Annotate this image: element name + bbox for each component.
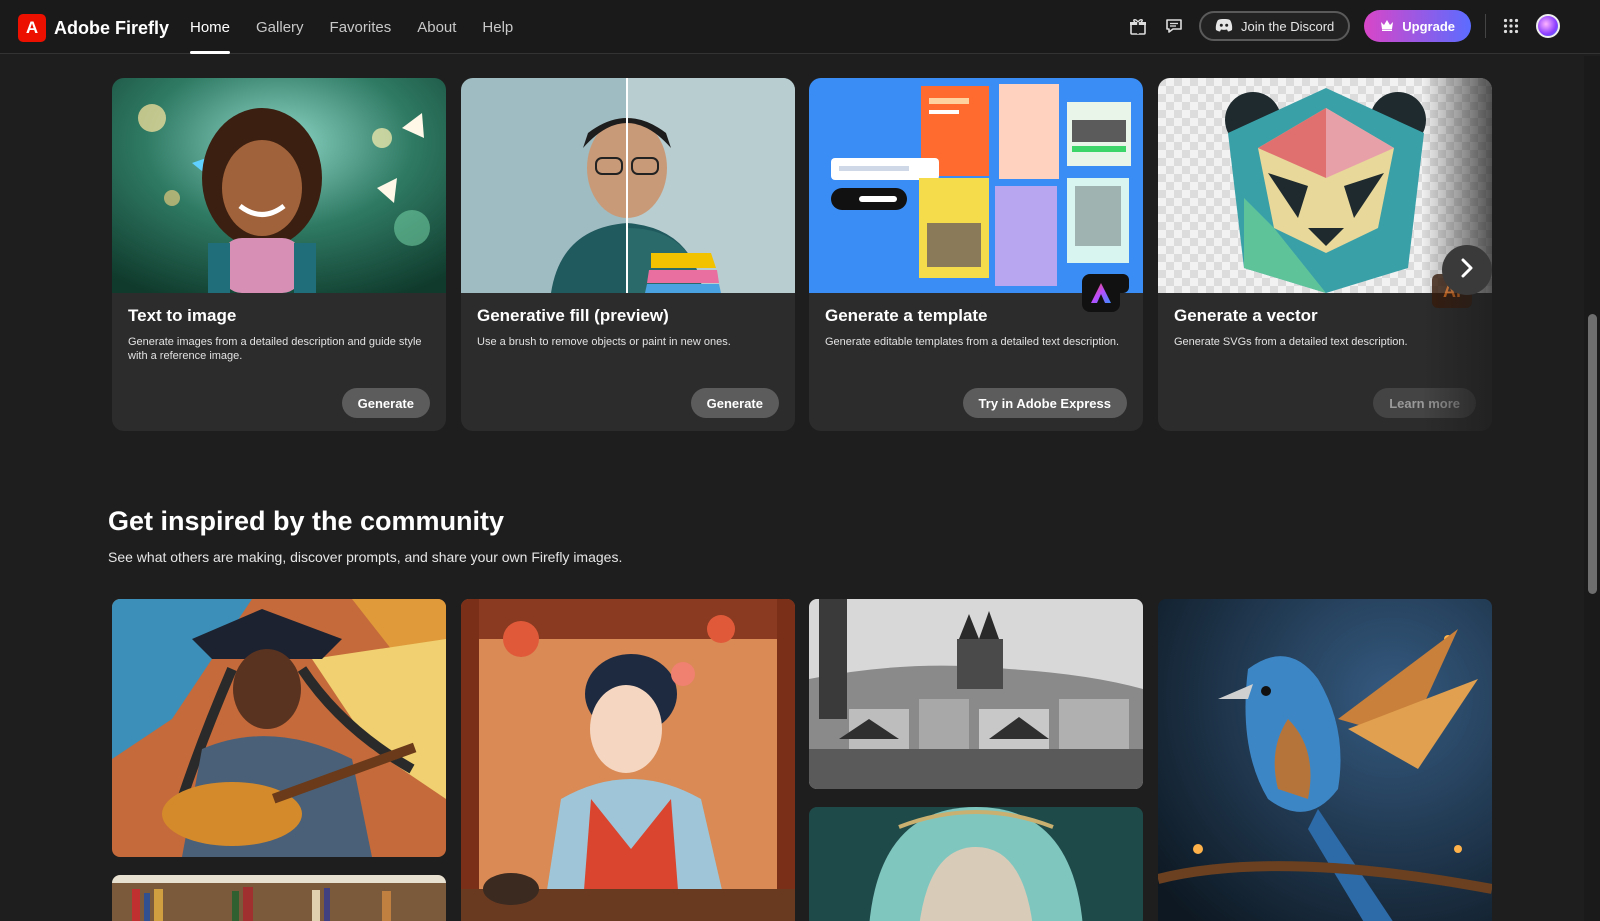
adobe-logo-icon: A <box>18 14 46 42</box>
app-name: Adobe Firefly <box>54 17 170 38</box>
community-image[interactable] <box>112 599 446 857</box>
feature-card-generate-template[interactable]: Generate a template Generate editable te… <box>809 78 1143 431</box>
card-title: Text to image <box>128 306 237 325</box>
card-description: Use a brush to remove objects or paint i… <box>477 336 731 348</box>
generate-button[interactable]: Generate <box>690 388 779 418</box>
community-section-subtitle: See what others are making, discover pro… <box>108 549 623 565</box>
header-divider <box>1485 14 1486 38</box>
card-title: Generate a vector <box>1174 306 1318 325</box>
try-adobe-express-button[interactable]: Try in Adobe Express <box>962 388 1127 418</box>
join-discord-button[interactable]: Join the Discord <box>1199 11 1351 41</box>
card-description: Generate images from a detailed descript… <box>128 336 422 362</box>
card-title: Generative fill (preview) <box>477 306 669 325</box>
nav-help[interactable]: Help <box>482 0 513 54</box>
feature-card-text-to-image[interactable]: Text to image Generate images from a det… <box>112 78 446 431</box>
feature-card-generate-vector[interactable]: Ai Generate a vector Generate SVGs from … <box>1158 78 1492 431</box>
chat-icon[interactable] <box>1163 15 1185 37</box>
nav-favorites[interactable]: Favorites <box>330 0 392 54</box>
community-section-title: Get inspired by the community <box>108 506 505 536</box>
gift-icon[interactable] <box>1127 15 1149 37</box>
community-image[interactable] <box>809 807 1143 921</box>
text-to-image-thumbnail <box>112 78 446 293</box>
discord-label: Join the Discord <box>1241 18 1335 34</box>
user-avatar[interactable] <box>1536 14 1560 38</box>
adobe-firefly-logo[interactable]: A Adobe Firefly <box>18 14 169 42</box>
feature-card-generative-fill[interactable]: Generative fill (preview) Use a brush to… <box>461 78 795 431</box>
community-image[interactable] <box>1158 599 1492 921</box>
card-description: Generate SVGs from a detailed text descr… <box>1174 336 1408 348</box>
nav-gallery[interactable]: Gallery <box>256 0 304 54</box>
community-image[interactable] <box>112 875 446 921</box>
discord-icon <box>1215 18 1233 35</box>
top-navigation-bar: A Adobe Firefly Home Gallery Favorites A… <box>0 0 1600 54</box>
generate-template-thumbnail <box>809 78 1143 293</box>
apps-grid-icon[interactable] <box>1500 15 1522 37</box>
generative-fill-thumbnail <box>461 78 795 293</box>
scrollbar-thumb[interactable] <box>1588 314 1597 594</box>
main-nav: Home Gallery Favorites About Help <box>190 0 513 54</box>
learn-more-button[interactable]: Learn more <box>1373 388 1476 418</box>
crown-icon <box>1380 19 1394 34</box>
card-description: Generate editable templates from a detai… <box>825 336 1120 348</box>
nav-home[interactable]: Home <box>190 0 231 54</box>
nav-about[interactable]: About <box>417 0 456 54</box>
header-actions: Join the Discord Upgrade <box>1127 10 1560 42</box>
community-image[interactable] <box>461 599 795 921</box>
community-image[interactable] <box>809 599 1143 789</box>
generate-vector-thumbnail <box>1158 78 1492 293</box>
upgrade-label: Upgrade <box>1402 18 1455 34</box>
carousel-next-button[interactable] <box>1442 245 1492 295</box>
chevron-right-icon <box>1460 258 1474 283</box>
page-scrollbar[interactable] <box>1584 56 1600 921</box>
generate-button[interactable]: Generate <box>341 388 430 418</box>
adobe-express-icon <box>1082 274 1120 312</box>
upgrade-button[interactable]: Upgrade <box>1364 10 1471 42</box>
card-title: Generate a template <box>825 306 988 325</box>
